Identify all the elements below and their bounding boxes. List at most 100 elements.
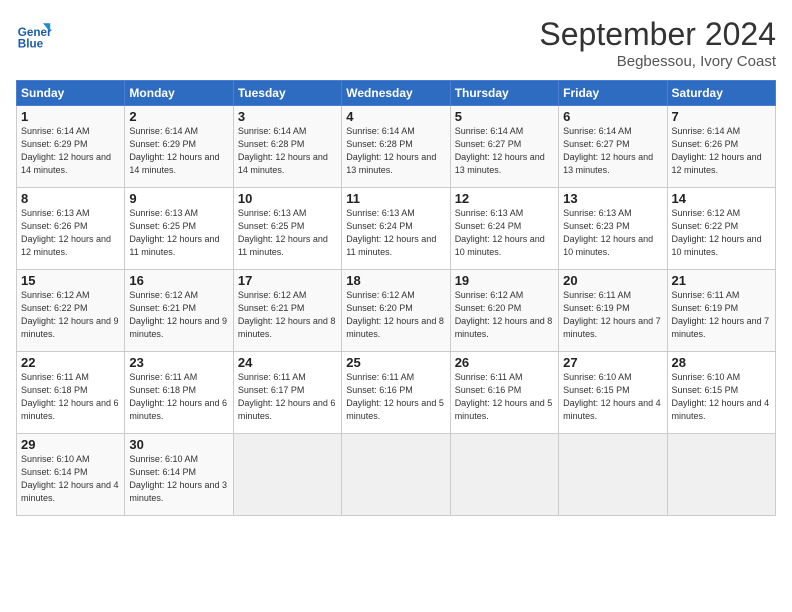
table-row: 17Sunrise: 6:12 AMSunset: 6:21 PMDayligh… — [233, 270, 341, 352]
table-row: 3Sunrise: 6:14 AMSunset: 6:28 PMDaylight… — [233, 106, 341, 188]
table-row: 28Sunrise: 6:10 AMSunset: 6:15 PMDayligh… — [667, 352, 775, 434]
calendar-container: General Blue September 2024 Begbessou, I… — [0, 0, 792, 526]
day-number: 2 — [129, 109, 228, 124]
day-info: Sunrise: 6:11 AMSunset: 6:18 PMDaylight:… — [21, 371, 120, 423]
table-row: 1Sunrise: 6:14 AMSunset: 6:29 PMDaylight… — [17, 106, 125, 188]
day-info: Sunrise: 6:13 AMSunset: 6:24 PMDaylight:… — [346, 207, 445, 259]
calendar-week-row: 15Sunrise: 6:12 AMSunset: 6:22 PMDayligh… — [17, 270, 776, 352]
day-number: 28 — [672, 355, 771, 370]
table-row: 13Sunrise: 6:13 AMSunset: 6:23 PMDayligh… — [559, 188, 667, 270]
table-row — [450, 434, 558, 516]
day-number: 10 — [238, 191, 337, 206]
day-info: Sunrise: 6:11 AMSunset: 6:19 PMDaylight:… — [563, 289, 662, 341]
logo: General Blue — [16, 16, 52, 52]
day-number: 7 — [672, 109, 771, 124]
day-number: 13 — [563, 191, 662, 206]
table-row: 23Sunrise: 6:11 AMSunset: 6:18 PMDayligh… — [125, 352, 233, 434]
logo-icon: General Blue — [16, 16, 52, 52]
day-number: 25 — [346, 355, 445, 370]
table-row: 30Sunrise: 6:10 AMSunset: 6:14 PMDayligh… — [125, 434, 233, 516]
day-number: 17 — [238, 273, 337, 288]
table-row: 10Sunrise: 6:13 AMSunset: 6:25 PMDayligh… — [233, 188, 341, 270]
table-row: 14Sunrise: 6:12 AMSunset: 6:22 PMDayligh… — [667, 188, 775, 270]
table-row: 22Sunrise: 6:11 AMSunset: 6:18 PMDayligh… — [17, 352, 125, 434]
day-info: Sunrise: 6:12 AMSunset: 6:21 PMDaylight:… — [129, 289, 228, 341]
calendar-header: General Blue September 2024 Begbessou, I… — [16, 16, 776, 70]
day-info: Sunrise: 6:13 AMSunset: 6:24 PMDaylight:… — [455, 207, 554, 259]
table-row: 4Sunrise: 6:14 AMSunset: 6:28 PMDaylight… — [342, 106, 450, 188]
day-number: 20 — [563, 273, 662, 288]
month-title: September 2024 — [539, 16, 776, 53]
day-info: Sunrise: 6:13 AMSunset: 6:26 PMDaylight:… — [21, 207, 120, 259]
day-number: 26 — [455, 355, 554, 370]
day-number: 6 — [563, 109, 662, 124]
day-info: Sunrise: 6:14 AMSunset: 6:27 PMDaylight:… — [563, 125, 662, 177]
day-number: 9 — [129, 191, 228, 206]
calendar-week-row: 22Sunrise: 6:11 AMSunset: 6:18 PMDayligh… — [17, 352, 776, 434]
day-info: Sunrise: 6:13 AMSunset: 6:25 PMDaylight:… — [129, 207, 228, 259]
col-saturday: Saturday — [667, 81, 775, 106]
day-info: Sunrise: 6:14 AMSunset: 6:27 PMDaylight:… — [455, 125, 554, 177]
day-info: Sunrise: 6:12 AMSunset: 6:22 PMDaylight:… — [21, 289, 120, 341]
calendar-body: 1Sunrise: 6:14 AMSunset: 6:29 PMDaylight… — [17, 106, 776, 516]
day-number: 23 — [129, 355, 228, 370]
col-tuesday: Tuesday — [233, 81, 341, 106]
day-info: Sunrise: 6:12 AMSunset: 6:21 PMDaylight:… — [238, 289, 337, 341]
table-row: 27Sunrise: 6:10 AMSunset: 6:15 PMDayligh… — [559, 352, 667, 434]
calendar-week-row: 29Sunrise: 6:10 AMSunset: 6:14 PMDayligh… — [17, 434, 776, 516]
col-wednesday: Wednesday — [342, 81, 450, 106]
day-number: 29 — [21, 437, 120, 452]
col-thursday: Thursday — [450, 81, 558, 106]
day-number: 24 — [238, 355, 337, 370]
col-friday: Friday — [559, 81, 667, 106]
day-number: 4 — [346, 109, 445, 124]
day-info: Sunrise: 6:14 AMSunset: 6:28 PMDaylight:… — [238, 125, 337, 177]
col-sunday: Sunday — [17, 81, 125, 106]
table-row — [667, 434, 775, 516]
table-row: 11Sunrise: 6:13 AMSunset: 6:24 PMDayligh… — [342, 188, 450, 270]
day-number: 16 — [129, 273, 228, 288]
day-info: Sunrise: 6:11 AMSunset: 6:16 PMDaylight:… — [455, 371, 554, 423]
table-row: 21Sunrise: 6:11 AMSunset: 6:19 PMDayligh… — [667, 270, 775, 352]
day-info: Sunrise: 6:11 AMSunset: 6:17 PMDaylight:… — [238, 371, 337, 423]
table-row: 15Sunrise: 6:12 AMSunset: 6:22 PMDayligh… — [17, 270, 125, 352]
location-subtitle: Begbessou, Ivory Coast — [539, 53, 776, 70]
day-info: Sunrise: 6:12 AMSunset: 6:20 PMDaylight:… — [346, 289, 445, 341]
day-info: Sunrise: 6:13 AMSunset: 6:23 PMDaylight:… — [563, 207, 662, 259]
day-number: 11 — [346, 191, 445, 206]
col-monday: Monday — [125, 81, 233, 106]
day-number: 15 — [21, 273, 120, 288]
svg-text:Blue: Blue — [18, 38, 44, 51]
day-number: 3 — [238, 109, 337, 124]
day-info: Sunrise: 6:13 AMSunset: 6:25 PMDaylight:… — [238, 207, 337, 259]
day-info: Sunrise: 6:12 AMSunset: 6:22 PMDaylight:… — [672, 207, 771, 259]
table-row — [559, 434, 667, 516]
calendar-week-row: 8Sunrise: 6:13 AMSunset: 6:26 PMDaylight… — [17, 188, 776, 270]
day-number: 27 — [563, 355, 662, 370]
day-number: 14 — [672, 191, 771, 206]
day-info: Sunrise: 6:11 AMSunset: 6:16 PMDaylight:… — [346, 371, 445, 423]
day-number: 12 — [455, 191, 554, 206]
table-row: 12Sunrise: 6:13 AMSunset: 6:24 PMDayligh… — [450, 188, 558, 270]
calendar-table: Sunday Monday Tuesday Wednesday Thursday… — [16, 80, 776, 516]
table-row: 2Sunrise: 6:14 AMSunset: 6:29 PMDaylight… — [125, 106, 233, 188]
table-row: 24Sunrise: 6:11 AMSunset: 6:17 PMDayligh… — [233, 352, 341, 434]
table-row — [233, 434, 341, 516]
day-info: Sunrise: 6:10 AMSunset: 6:14 PMDaylight:… — [21, 453, 120, 505]
calendar-week-row: 1Sunrise: 6:14 AMSunset: 6:29 PMDaylight… — [17, 106, 776, 188]
day-info: Sunrise: 6:14 AMSunset: 6:26 PMDaylight:… — [672, 125, 771, 177]
day-number: 19 — [455, 273, 554, 288]
table-row: 29Sunrise: 6:10 AMSunset: 6:14 PMDayligh… — [17, 434, 125, 516]
day-number: 22 — [21, 355, 120, 370]
day-info: Sunrise: 6:14 AMSunset: 6:28 PMDaylight:… — [346, 125, 445, 177]
table-row: 9Sunrise: 6:13 AMSunset: 6:25 PMDaylight… — [125, 188, 233, 270]
table-row: 8Sunrise: 6:13 AMSunset: 6:26 PMDaylight… — [17, 188, 125, 270]
day-number: 1 — [21, 109, 120, 124]
table-row: 7Sunrise: 6:14 AMSunset: 6:26 PMDaylight… — [667, 106, 775, 188]
table-row: 18Sunrise: 6:12 AMSunset: 6:20 PMDayligh… — [342, 270, 450, 352]
table-row: 25Sunrise: 6:11 AMSunset: 6:16 PMDayligh… — [342, 352, 450, 434]
day-info: Sunrise: 6:10 AMSunset: 6:15 PMDaylight:… — [672, 371, 771, 423]
day-number: 5 — [455, 109, 554, 124]
table-row: 16Sunrise: 6:12 AMSunset: 6:21 PMDayligh… — [125, 270, 233, 352]
title-block: September 2024 Begbessou, Ivory Coast — [539, 16, 776, 70]
